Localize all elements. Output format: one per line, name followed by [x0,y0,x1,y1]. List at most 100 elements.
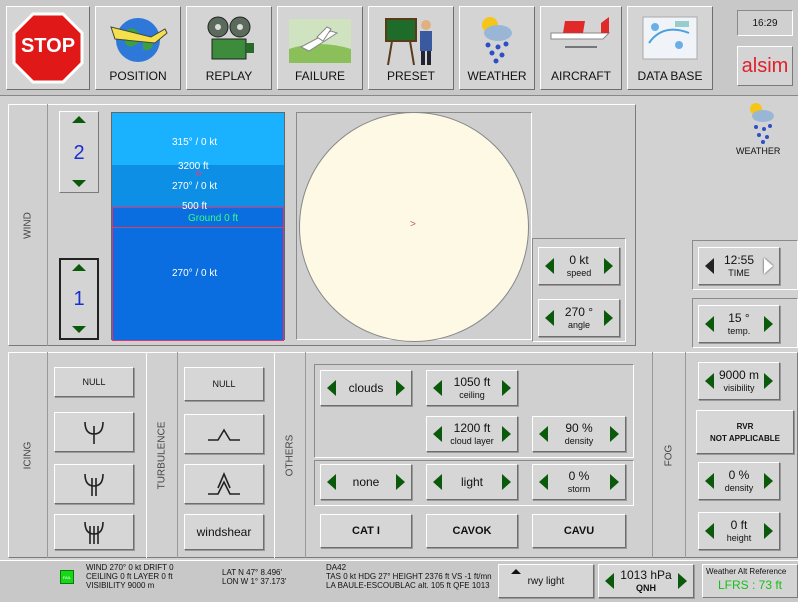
layer-up-button-2[interactable] [72,264,86,271]
turbulence-light-button[interactable] [184,414,264,454]
rwy-light-button[interactable]: rwy light [498,564,594,598]
right-arrow-icon [501,380,511,396]
aircraft-button[interactable]: AIRCRAFT [540,6,622,90]
layer-down-button-2[interactable] [72,326,86,333]
storm-increase-button[interactable] [610,474,619,490]
layer-down-button[interactable] [72,180,86,187]
fog-label: FOG [663,444,675,467]
qnh-decrease-button[interactable] [605,573,614,589]
lon-line: LON W 1° 37.173' [222,577,287,586]
alt-upper-text: 3200 ft [178,161,209,172]
ground-text: Ground 0 ft [188,213,239,224]
windshear-button[interactable]: windshear [184,514,264,550]
fail-indicator-text: FAIL [62,574,72,580]
fog-density-increase-button[interactable] [764,473,773,489]
cloud-layer-decrease-button[interactable] [433,426,442,442]
speed-decrease-button[interactable] [545,258,554,274]
visibility-increase-button[interactable] [764,373,773,389]
ceiling-increase-button[interactable] [501,380,511,396]
cloud-layer-increase-button[interactable] [502,426,511,442]
fog-height-decrease-button[interactable] [705,523,714,539]
precip-type-next-button[interactable] [395,474,405,490]
precip-type-value: none [352,474,380,489]
weather-rain-icon [750,103,774,144]
intensity-next-button[interactable] [501,474,511,490]
angle-label: angle [567,319,591,330]
left-arrow-icon [705,258,714,274]
ceiling-decrease-button[interactable] [433,380,442,396]
angle-increase-button[interactable] [604,310,613,326]
storm-decrease-button[interactable] [539,474,548,490]
turbulence-null-label: NULL [212,379,236,389]
fog-height-increase-button[interactable] [764,523,773,539]
fog-density-decrease-button[interactable] [705,473,714,489]
wind-profile[interactable]: 315° / 0 kt 3200 ft 270° / 0 kt 500 ft G… [111,112,285,341]
left-arrow-icon [539,474,548,490]
time-decrease-button[interactable] [705,258,714,274]
cavu-button[interactable]: CAVU [532,514,626,548]
turbulence-moderate-button[interactable] [184,464,264,504]
cat-i-button[interactable]: CAT I [320,514,412,548]
temp-decrease-button[interactable] [705,316,714,332]
layer-bottom-number: 1 [73,288,85,310]
database-button[interactable]: DATA BASE [627,6,713,90]
weather-button[interactable]: WEATHER [459,6,535,90]
alt-reference-title: Weather Alt Reference [706,567,787,576]
layer-selector-bottom: 1 [59,258,99,340]
wind-compass[interactable]: > [299,112,529,342]
icing-null-button[interactable]: NULL [54,367,134,397]
angle-decrease-button[interactable] [545,310,554,326]
brand-text: alsim [741,54,789,77]
ground-line [112,227,284,228]
qnh-increase-button[interactable] [677,573,687,589]
replay-button[interactable]: REPLAY [186,6,272,90]
replay-label: REPLAY [205,69,253,83]
left-arrow-icon [433,474,442,490]
alt-reference-value: LFRS : 73 ft [717,578,783,592]
left-arrow-icon [705,373,714,389]
instructor-board-icon [385,18,432,66]
time-increase-button[interactable] [764,258,773,274]
density-decrease-button[interactable] [539,426,548,442]
temp-stepper: 15 ° temp. [698,305,780,343]
clouds-prev-button[interactable] [327,380,336,396]
right-arrow-icon [764,523,773,539]
left-arrow-icon [327,474,336,490]
left-arrow-icon [605,573,614,589]
speed-increase-button[interactable] [604,258,613,274]
mid-wind-text: 270° / 0 kt [172,181,218,192]
clock-display: 16:29 [737,10,793,36]
turbulence-null-button[interactable]: NULL [184,367,264,401]
icing-null-label: NULL [82,377,106,387]
icing-severe-button[interactable] [54,514,134,550]
precip-type-prev-button[interactable] [327,474,336,490]
weather-side-icon [744,100,780,144]
right-arrow-icon [604,310,613,326]
intensity-prev-button[interactable] [433,474,442,490]
intensity-value: light [460,474,483,489]
storm-value: 0 % [568,468,590,483]
projector-icon [207,16,254,60]
temp-increase-button[interactable] [763,316,773,332]
cavok-button[interactable]: CAVOK [426,514,518,548]
temp-label: temp. [727,325,751,336]
ceiling-status-line: CEILING 0 ft LAYER 0 ft [86,572,173,581]
rvr-button[interactable]: RVR NOT APPLICABLE [696,410,794,454]
stop-button[interactable]: STOP [6,6,90,90]
up-arrow-icon [511,569,521,574]
fog-density-label: density [724,482,754,493]
fog-density-value: 0 % [728,467,750,482]
failure-button[interactable]: FAILURE [277,6,363,90]
failure-label: FAILURE [294,69,345,83]
preset-label: PRESET [386,69,435,83]
clouds-next-button[interactable] [396,380,405,396]
wind-status: WIND 270° 0 kt DRIFT 0 CEILING 0 ft LAYE… [86,563,174,590]
icing-light-button[interactable] [54,412,134,452]
preset-button[interactable]: PRESET [368,6,454,90]
icing-moderate-button[interactable] [54,464,134,504]
layer-top-number: 2 [73,142,85,164]
position-button[interactable]: POSITION [95,6,181,90]
density-increase-button[interactable] [610,426,619,442]
layer-up-button[interactable] [72,116,86,123]
visibility-decrease-button[interactable] [705,373,714,389]
